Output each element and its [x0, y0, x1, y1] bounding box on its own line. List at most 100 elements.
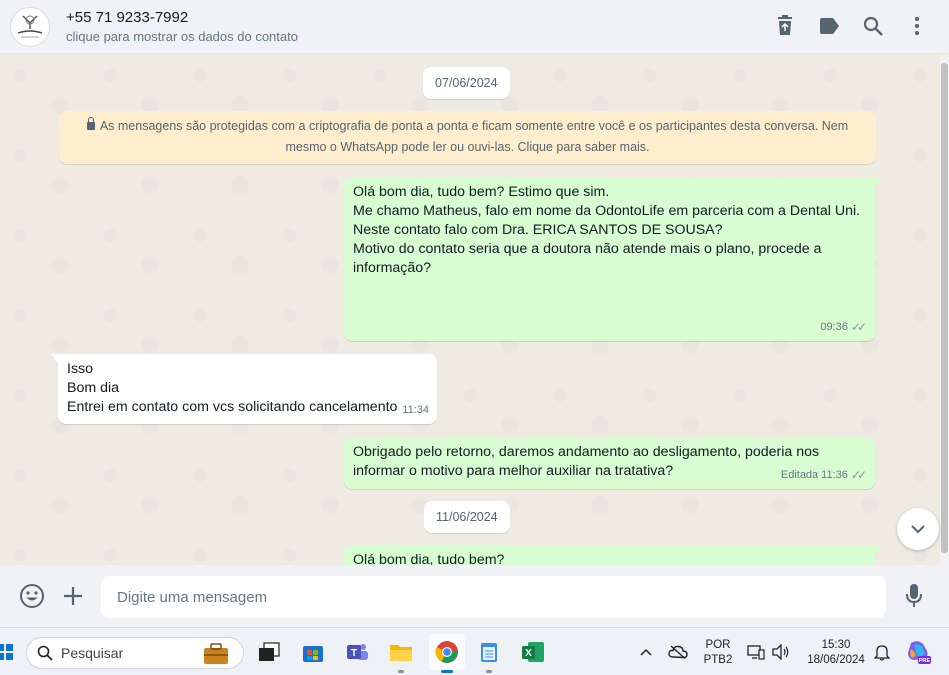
voice-message-button[interactable]: [901, 583, 927, 609]
plus-icon: [64, 587, 82, 605]
excel-icon: X: [522, 642, 544, 662]
system-clock[interactable]: 15:30 18/06/2024: [798, 638, 874, 668]
scrollbar-thumb[interactable]: [941, 63, 948, 553]
search-icon: [863, 16, 883, 36]
tray-network[interactable]: [744, 636, 768, 668]
avatar-logo-icon: [17, 14, 43, 37]
attach-button[interactable]: [60, 583, 86, 609]
taskbar-notepad[interactable]: [473, 636, 505, 673]
chat-scrollbar[interactable]: [940, 55, 949, 565]
label-icon: [820, 18, 839, 34]
chevron-down-icon: [911, 525, 925, 534]
message-text: Me chamo Matheus, falo em nome da Odonto…: [353, 203, 861, 219]
message-text: Entrei em contato com vcs solicitando ca…: [67, 399, 398, 415]
header-actions: [773, 12, 929, 40]
message-outgoing[interactable]: Olá bom dia, tudo bem? Estimo que sim. M…: [344, 177, 882, 341]
lock-icon: [86, 117, 95, 130]
chrome-icon: [435, 641, 458, 663]
running-indicator: [486, 670, 492, 673]
message-meta: 11:34: [402, 401, 429, 420]
notifications-button[interactable]: [870, 636, 894, 668]
message-incoming[interactable]: Isso Bom dia Entrei em contato com vcs s…: [51, 354, 437, 424]
folder-icon: [390, 645, 412, 661]
taskbar-teams[interactable]: T: [341, 636, 373, 668]
running-indicator: [398, 670, 404, 673]
chat-messages[interactable]: 07/06/2024 As mensagens são protegidas c…: [0, 55, 940, 565]
windows-taskbar: Pesquisar T X POR PTB2 15:30 18/06/2024 …: [0, 627, 949, 675]
tray-onedrive[interactable]: [664, 636, 692, 668]
speaker-icon: [772, 644, 789, 660]
read-receipt-icon: ✓✓: [850, 320, 867, 334]
message-text: Olá bom dia, tudo bem?: [353, 552, 505, 565]
message-meta: 09:36 ✓✓: [820, 318, 867, 337]
teams-icon: T: [347, 644, 368, 660]
svg-text:T: T: [351, 648, 357, 659]
message-time: 11:34: [402, 404, 429, 416]
microphone-icon: [906, 584, 922, 607]
notepad-icon: [481, 643, 497, 662]
cloud-offline-icon: [668, 645, 688, 659]
input-language[interactable]: POR PTB2: [700, 638, 736, 668]
taskbar-task-view[interactable]: [253, 636, 285, 668]
emoji-icon: [20, 584, 44, 608]
clock-time: 15:30: [821, 639, 851, 651]
clock-date: 18/06/2024: [807, 654, 865, 666]
encryption-notice-text: As mensagens são protegidas com a cripto…: [99, 119, 849, 154]
delete-icon: [778, 15, 792, 35]
read-receipt-icon: ✓✓: [850, 468, 867, 482]
copilot-icon: PRE: [908, 641, 931, 664]
network-icon: [747, 645, 765, 660]
tray-volume[interactable]: [769, 636, 793, 668]
task-view-icon: [259, 642, 280, 661]
contact-info[interactable]: +55 71 9233-7992 clique para mostrar os …: [66, 8, 298, 46]
start-button[interactable]: [0, 636, 16, 668]
emoji-button[interactable]: [19, 583, 45, 609]
contact-subtitle: clique para mostrar os dados do contato: [66, 28, 298, 44]
search-button[interactable]: [861, 12, 885, 40]
language-code: POR: [705, 639, 731, 651]
tray-overflow-button[interactable]: [632, 636, 660, 668]
label-button[interactable]: [817, 12, 841, 40]
message-composer: [0, 565, 949, 627]
menu-icon: [915, 17, 919, 35]
message-text: Olá bom dia, tudo bem? Estimo que sim.: [353, 184, 610, 200]
copilot-badge: PRE: [919, 658, 931, 664]
keyboard-layout: PTB2: [703, 654, 733, 666]
taskbar-file-explorer[interactable]: [385, 636, 417, 673]
bell-icon: [874, 645, 890, 661]
message-meta: Editada 11:36 ✓✓: [781, 466, 867, 485]
active-indicator: [441, 670, 453, 673]
contact-avatar[interactable]: [10, 6, 50, 47]
message-text: Bom dia: [67, 380, 120, 396]
edited-label: Editada: [780, 469, 819, 481]
message-text: Isso: [67, 361, 94, 377]
date-separator: 11/06/2024: [424, 501, 510, 533]
message-text: Neste contato falo com Dra. ERICA SANTOS…: [353, 222, 723, 238]
taskbar-chrome[interactable]: [429, 634, 465, 673]
message-text: Motivo do contato seria que a doutora nã…: [353, 241, 822, 257]
message-outgoing[interactable]: Olá bom dia, tudo bem?: [344, 545, 882, 565]
svg-text:X: X: [525, 648, 532, 659]
delete-button[interactable]: [773, 12, 797, 40]
taskbar-search[interactable]: Pesquisar: [26, 637, 244, 669]
message-text: Obrigado pelo retorno, daremos andamento…: [353, 444, 820, 460]
search-label: Pesquisar: [61, 645, 124, 661]
taskbar-store[interactable]: [297, 636, 329, 668]
copilot-button[interactable]: PRE: [902, 636, 934, 668]
chat-header: +55 71 9233-7992 clique para mostrar os …: [0, 0, 949, 54]
store-icon: [303, 646, 323, 662]
message-text: informação?: [353, 260, 432, 276]
scroll-to-bottom-button[interactable]: [897, 508, 939, 550]
taskbar-excel[interactable]: X: [517, 636, 549, 668]
message-input[interactable]: [101, 576, 886, 618]
briefcase-icon: [204, 643, 228, 664]
message-time: 11:36: [821, 469, 848, 481]
search-icon: [37, 645, 53, 661]
encryption-notice[interactable]: As mensagens são protegidas com a cripto…: [59, 111, 876, 164]
message-time: 09:36: [820, 321, 848, 333]
menu-button[interactable]: [905, 12, 929, 40]
windows-logo-icon: [0, 644, 13, 660]
date-separator: 07/06/2024: [423, 67, 510, 99]
chevron-up-icon: [640, 648, 652, 656]
message-outgoing[interactable]: Obrigado pelo retorno, daremos andamento…: [344, 437, 875, 489]
